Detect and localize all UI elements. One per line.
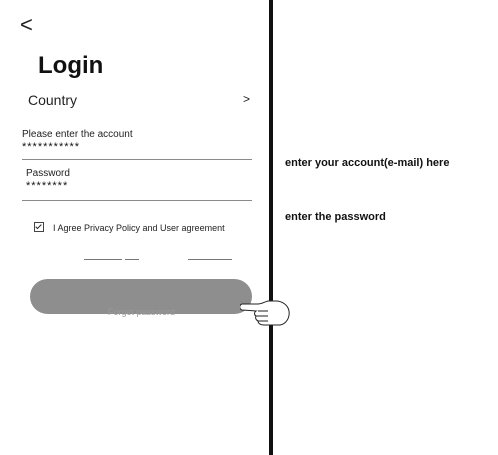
agreement-label: I Agree Privacy Policy and User agreemen…: [53, 223, 225, 233]
password-field[interactable]: Password ********: [22, 168, 252, 201]
password-caption: Password: [26, 168, 70, 179]
chevron-right-icon: >: [242, 92, 250, 106]
divider-line: [84, 259, 122, 260]
account-caption: Please enter the account: [22, 129, 133, 140]
phone-screen: < Login Country > Please enter the accou…: [0, 0, 270, 455]
forgot-password-link[interactable]: Forget password: [108, 307, 175, 317]
pointing-hand-icon: [240, 300, 290, 326]
divider-line: [125, 259, 139, 260]
account-annotation: enter your account(e-mail) here: [285, 157, 450, 169]
password-annotation: enter the password: [285, 211, 386, 223]
divider-line: [188, 259, 232, 260]
back-button[interactable]: <: [20, 14, 33, 36]
country-label: Country: [28, 92, 78, 108]
agreement-row[interactable]: I Agree Privacy Policy and User agreemen…: [34, 222, 225, 233]
account-field[interactable]: Please enter the account ***********: [22, 129, 252, 160]
password-input-value[interactable]: ********: [26, 180, 252, 192]
account-input-value[interactable]: ***********: [22, 141, 252, 153]
page-title: Login: [38, 52, 104, 79]
country-selector[interactable]: Country >: [28, 92, 250, 112]
screen-edge-divider: [269, 0, 273, 455]
agreement-checkbox[interactable]: [34, 222, 44, 232]
